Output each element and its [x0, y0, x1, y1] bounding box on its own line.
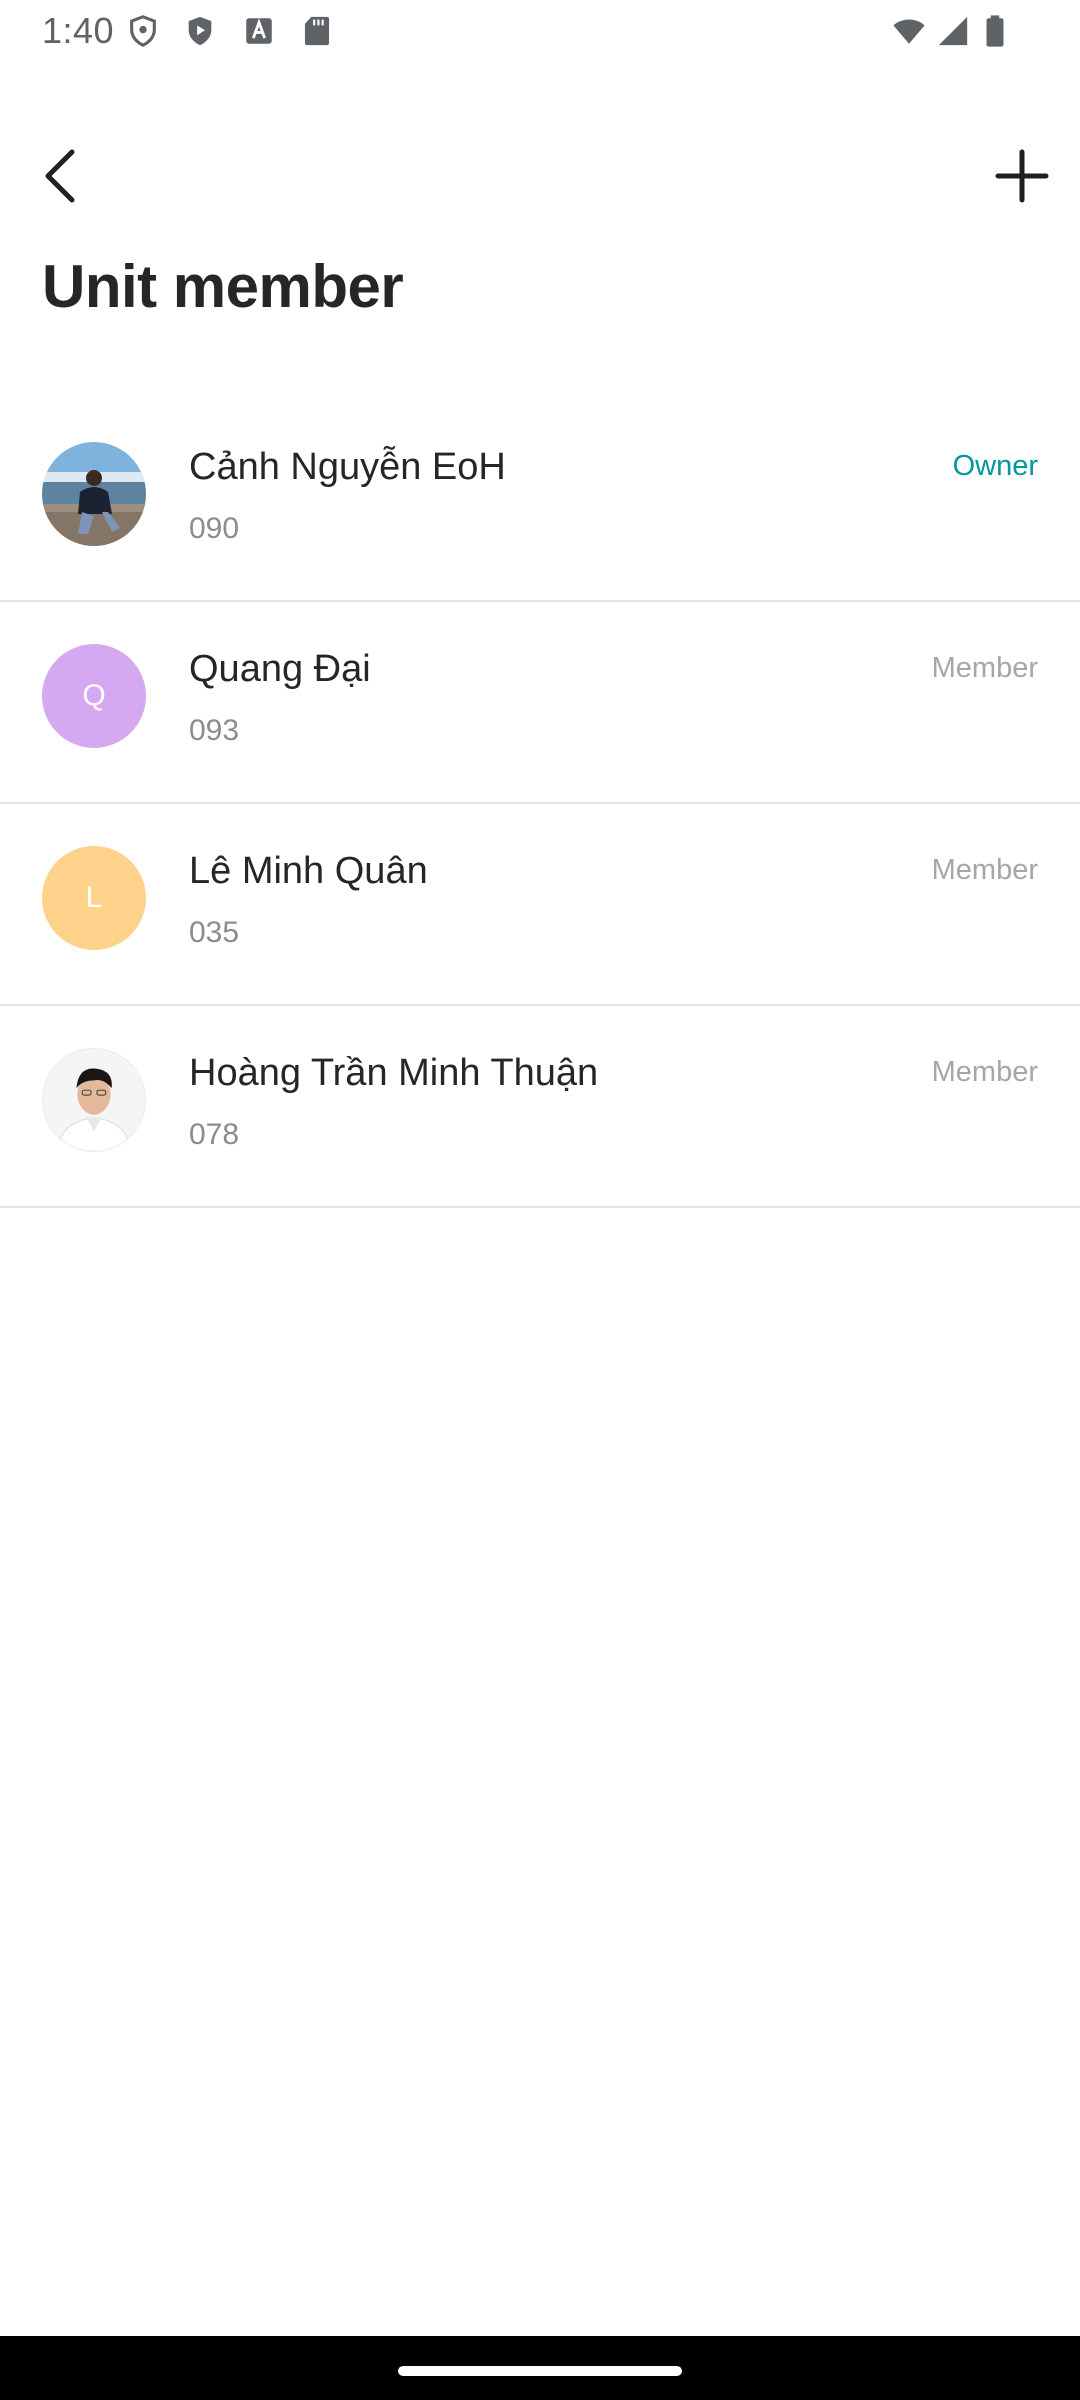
member-row[interactable]: Hoàng Trần Minh Thuận 078 Member: [0, 1006, 1080, 1208]
chevron-left-icon: [45, 149, 75, 203]
signal-icon: [938, 16, 968, 46]
avatar: [42, 442, 146, 546]
member-phone: 090: [189, 512, 239, 545]
avatar-initial: L: [85, 881, 103, 914]
avatar-initial: Q: [82, 679, 106, 712]
add-member-button[interactable]: [990, 140, 1054, 212]
avatar: Q: [42, 644, 146, 748]
member-name: Hoàng Trần Minh Thuận: [189, 1052, 599, 1094]
member-name: Quang Đại: [189, 648, 371, 690]
member-phone: 093: [189, 714, 239, 747]
avatar: [42, 1048, 146, 1152]
role-badge: Owner: [952, 450, 1038, 482]
page-title: Unit member: [42, 253, 404, 320]
role-badge: Member: [931, 1056, 1038, 1088]
system-nav-bar: [0, 2336, 1080, 2400]
member-phone: 035: [189, 916, 239, 949]
home-indicator[interactable]: [398, 2366, 682, 2376]
avatar-photo: [42, 442, 146, 546]
wifi-icon: [893, 19, 925, 44]
plus-icon: [995, 149, 1049, 203]
status-bar: 1:40: [0, 0, 1080, 64]
avatar-photo: [43, 1049, 145, 1151]
shield-icon: [130, 15, 156, 47]
member-name: Lê Minh Quân: [189, 850, 428, 892]
text-a-icon: [246, 18, 272, 44]
member-list: Cảnh Nguyễn EoH 090 Owner Q Quang Đại 09…: [0, 400, 1080, 1208]
member-row[interactable]: Q Quang Đại 093 Member: [0, 602, 1080, 804]
sd-card-icon: [304, 16, 330, 46]
member-name: Cảnh Nguyễn EoH: [189, 446, 506, 488]
member-row[interactable]: L Lê Minh Quân 035 Member: [0, 804, 1080, 1006]
member-phone: 078: [189, 1118, 239, 1151]
battery-icon: [986, 15, 1004, 47]
status-time: 1:40: [42, 10, 115, 51]
avatar: L: [42, 846, 146, 950]
back-button[interactable]: [30, 136, 90, 216]
play-protect-icon: [188, 16, 212, 46]
role-badge: Member: [931, 854, 1038, 886]
member-row[interactable]: Cảnh Nguyễn EoH 090 Owner: [0, 400, 1080, 602]
role-badge: Member: [931, 652, 1038, 684]
screen: 1:40 Unit member Cảnh Nguyễn EoH 090 Own…: [0, 0, 1080, 2400]
